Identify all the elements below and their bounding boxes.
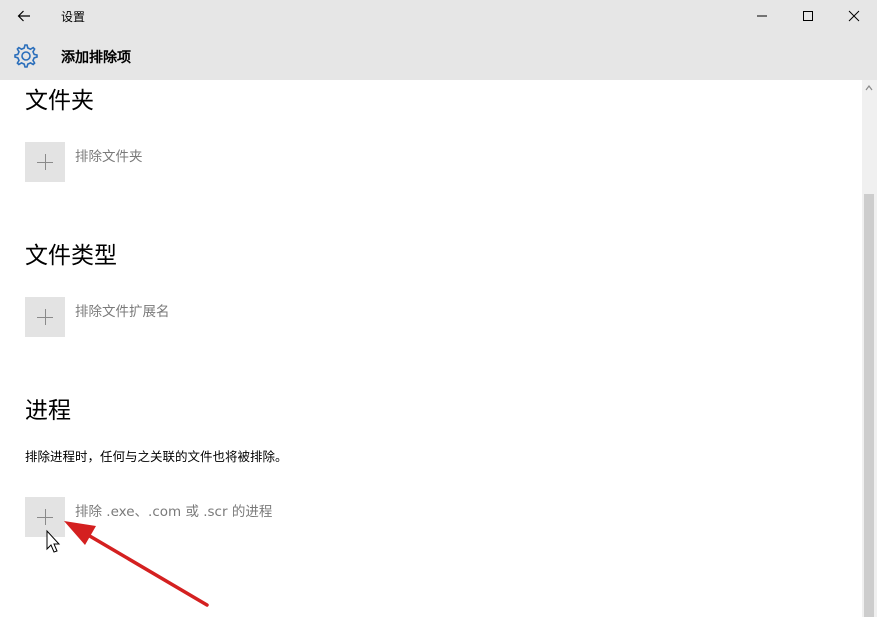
back-arrow-icon: [17, 10, 30, 22]
process-description: 排除进程时，任何与之关联的文件也将被排除。: [25, 449, 288, 464]
add-extension-exclusion-button[interactable]: [25, 297, 65, 337]
back-button[interactable]: [0, 0, 48, 32]
add-folder-exclusion-label[interactable]: 排除文件夹: [75, 145, 143, 165]
add-extension-exclusion-label[interactable]: 排除文件扩展名: [75, 300, 170, 320]
app-title: 设置: [61, 10, 86, 24]
page-header: 添加排除项: [0, 32, 877, 80]
close-icon: [848, 10, 860, 22]
scroll-up-arrow-icon[interactable]: [864, 83, 874, 93]
page-title: 添加排除项: [61, 50, 131, 66]
section-title-file-type: 文件类型: [25, 243, 117, 269]
section-title-folder: 文件夹: [25, 88, 94, 114]
add-process-exclusion-label[interactable]: 排除 .exe、.com 或 .scr 的进程: [75, 500, 272, 520]
maximize-button[interactable]: [785, 0, 831, 32]
gear-icon: [14, 44, 38, 68]
add-folder-exclusion-button[interactable]: [25, 142, 65, 182]
exclusions-content: 文件夹 排除文件夹 文件类型 排除文件扩展名 进程 排除进程时，任何与之关联的文…: [0, 80, 862, 617]
minimize-icon: [757, 15, 767, 17]
minimize-button[interactable]: [739, 0, 785, 32]
title-bar: 设置: [0, 0, 877, 32]
section-title-process: 进程: [25, 398, 71, 424]
maximize-icon: [803, 11, 813, 21]
add-process-exclusion-button[interactable]: [25, 497, 65, 537]
close-button[interactable]: [831, 0, 877, 32]
scrollbar-thumb[interactable]: [864, 194, 874, 617]
